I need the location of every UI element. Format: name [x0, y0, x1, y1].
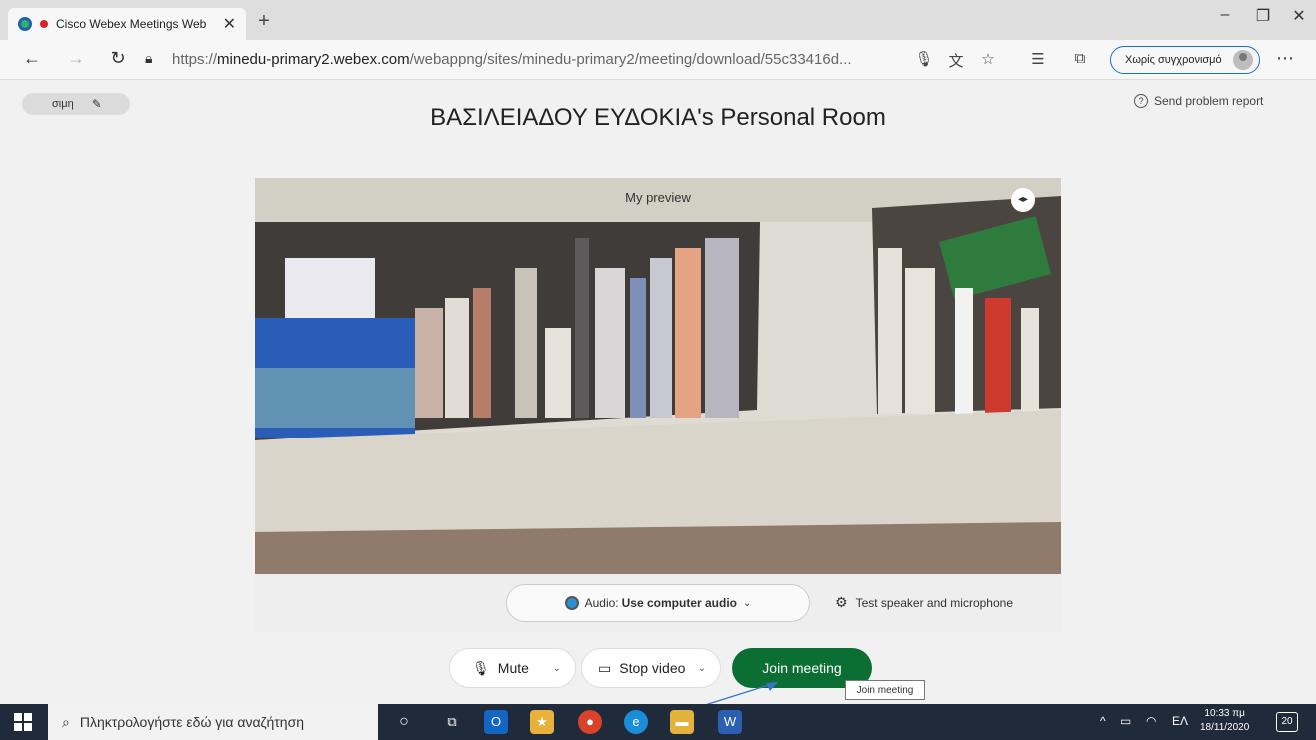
cortana-icon[interactable]: ○: [392, 710, 416, 734]
address-bar[interactable]: https://minedu-primary2.webex.com/webapp…: [172, 51, 852, 68]
windows-start-icon[interactable]: [14, 713, 32, 731]
windows-taskbar: ⌕ Πληκτρολογήστε εδώ για αναζήτηση ○ ⧉ O…: [0, 704, 1316, 740]
sync-label: Χωρίς συγχρονισμό: [1125, 54, 1222, 66]
preview-audio-bar: Audio: Use computer audio ⌄ ⚙ Test speak…: [255, 574, 1061, 632]
url-prefix: https://: [172, 51, 218, 68]
taskbar-search-box[interactable]: ⌕ Πληκτρολογήστε εδώ για αναζήτηση: [48, 704, 378, 740]
school-app-icon[interactable]: ★: [530, 710, 554, 734]
battery-icon[interactable]: ▭: [1120, 714, 1131, 728]
chrome-icon[interactable]: ●: [578, 710, 602, 734]
language-indicator[interactable]: ΕΛ: [1172, 714, 1188, 728]
collections-icon[interactable]: ⧉: [1068, 50, 1092, 67]
url-host: minedu-primary2.webex.com: [217, 51, 410, 68]
clock-time: 10:33 πμ: [1204, 708, 1245, 719]
computer-audio-icon: [564, 596, 579, 610]
audio-value: Use computer audio: [621, 596, 737, 610]
notification-center-icon[interactable]: 20: [1276, 712, 1298, 732]
send-report-label: Send problem report: [1154, 94, 1264, 108]
preview-label: My preview: [625, 190, 691, 205]
mute-button[interactable]: 🎙︎ Mute ⌄: [449, 648, 576, 688]
send-problem-report-link[interactable]: ? Send problem report: [1134, 94, 1263, 108]
join-meeting-tooltip: Join meeting: [845, 680, 925, 700]
outlook-icon[interactable]: O: [484, 710, 508, 734]
close-tab-icon[interactable]: ✕: [223, 14, 236, 34]
test-speaker-label: Test speaker and microphone: [855, 595, 1013, 610]
browser-tab[interactable]: Cisco Webex Meetings Web ✕: [8, 8, 246, 40]
audio-connection-dropdown[interactable]: Audio: Use computer audio ⌄: [506, 584, 810, 622]
task-view-icon[interactable]: ⧉: [440, 710, 464, 734]
help-circle-icon: ?: [1134, 94, 1148, 108]
video-camera-icon: ▭: [598, 659, 612, 676]
stop-video-label: Stop video: [619, 660, 686, 676]
tab-title: Cisco Webex Meetings Web: [56, 17, 207, 31]
browser-tab-bar: Cisco Webex Meetings Web ✕ + – ❐ ✕: [0, 0, 1316, 40]
search-icon: ⌕: [62, 713, 70, 730]
translate-icon[interactable]: 文: [944, 50, 968, 71]
microphone-icon: 🎙︎: [472, 659, 490, 676]
camera-image: [255, 178, 1061, 632]
webex-favicon-icon: [18, 17, 32, 31]
forward-arrow-icon[interactable]: →: [62, 48, 90, 69]
browser-toolbar: ← → ↻ 🔒︎ https://minedu-primary2.webex.c…: [0, 40, 1316, 80]
new-tab-button[interactable]: +: [252, 10, 276, 33]
search-placeholder: Πληκτρολογήστε εδώ για αναζήτηση: [79, 714, 305, 730]
audio-prefix: Audio:: [584, 596, 619, 610]
gear-icon: ⚙: [835, 594, 848, 610]
url-path: /webappng/sites/minedu-primary2/meeting/…: [409, 51, 852, 68]
page-title: ΒΑΣΙΛΕΙΑΔΟΥ ΕΥΔΟΚΙΑ's Personal Room: [430, 104, 886, 131]
clock-date: 18/11/2020: [1200, 722, 1250, 733]
recording-dot-icon: [40, 20, 48, 28]
back-arrow-icon[interactable]: ←: [18, 48, 46, 69]
close-window-button[interactable]: ✕: [1276, 6, 1316, 26]
refresh-icon[interactable]: ↻: [104, 48, 132, 69]
wifi-icon[interactable]: ◠: [1146, 714, 1156, 728]
mute-label: Mute: [497, 660, 529, 676]
chevron-down-icon[interactable]: ⌄: [698, 663, 706, 674]
mirror-video-icon[interactable]: ◂▸: [1011, 188, 1035, 212]
test-speaker-microphone-link[interactable]: ⚙ Test speaker and microphone: [835, 594, 1013, 611]
word-icon[interactable]: W: [718, 710, 742, 734]
favorite-star-icon[interactable]: ☆: [976, 50, 1000, 68]
microphone-permission-icon[interactable]: 🎙︎: [912, 50, 936, 68]
profile-sync-button[interactable]: Χωρίς συγχρονισμό: [1110, 46, 1260, 74]
avatar: [1233, 50, 1253, 70]
show-hidden-icons-icon[interactable]: ^: [1100, 714, 1106, 728]
chevron-down-icon: ⌄: [743, 597, 752, 609]
more-options-icon[interactable]: ⋯: [1276, 48, 1294, 69]
file-explorer-icon[interactable]: ▬: [670, 710, 694, 734]
system-clock[interactable]: 10:33 πμ 18/11/2020: [1200, 707, 1249, 735]
chevron-down-icon[interactable]: ⌄: [553, 663, 561, 674]
edge-icon[interactable]: e: [624, 710, 648, 734]
video-preview: My preview ◂▸ Audio: Use computer audio …: [255, 178, 1061, 632]
favorites-list-icon[interactable]: ☰: [1026, 50, 1050, 68]
lock-icon[interactable]: 🔒︎: [145, 50, 152, 67]
